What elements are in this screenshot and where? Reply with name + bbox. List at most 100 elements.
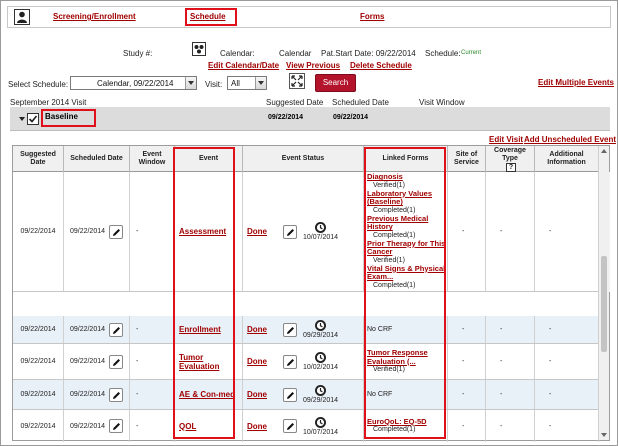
- event-cell: Assessment: [175, 172, 243, 291]
- suggested-date-cell: 09/22/2014: [13, 344, 64, 379]
- chevron-down-icon[interactable]: [255, 77, 266, 89]
- history-clock-icon[interactable]: [314, 221, 327, 234]
- edit-visit-link[interactable]: Edit Visit: [489, 135, 523, 144]
- event-window-cell: -: [130, 380, 175, 409]
- visit-select-value: All: [231, 79, 240, 88]
- tab-screening-enrollment[interactable]: Screening/Enrollment: [53, 12, 136, 21]
- status-history: 10/07/2014: [303, 416, 338, 437]
- visit-select[interactable]: All: [227, 76, 267, 90]
- edit-status-pencil-icon[interactable]: [283, 354, 297, 369]
- scheduled-date-value: 09/22/2014: [69, 326, 106, 333]
- edit-pencil-icon[interactable]: [109, 224, 124, 239]
- event-status-cell: Done 09/29/2014: [243, 380, 364, 409]
- history-clock-icon[interactable]: [314, 351, 327, 364]
- edit-status-pencil-icon[interactable]: [283, 387, 297, 402]
- status-date: 10/07/2014: [303, 234, 339, 241]
- search-button[interactable]: Search: [315, 74, 356, 92]
- additional-info-cell: -: [535, 172, 599, 291]
- linked-forms-cell: Tumor Response Evaluation (... Verified(…: [364, 344, 448, 379]
- form-link-laboratory-values[interactable]: Laboratory Values (Baseline): [367, 189, 447, 207]
- form-link-vital-signs[interactable]: Vital Signs & Physical Exam...: [367, 264, 447, 282]
- event-status-link[interactable]: Done: [247, 325, 267, 334]
- coverage-type-cell: -: [486, 380, 535, 409]
- additional-info-cell: -: [535, 380, 599, 409]
- form-link-previous-medical-history[interactable]: Previous Medical History: [367, 214, 447, 232]
- status-history: 10/02/2014: [303, 351, 338, 372]
- edit-status-pencil-icon[interactable]: [283, 322, 297, 337]
- edit-calendar-date-link[interactable]: Edit Calendar/Date: [208, 61, 279, 70]
- col-event-status: Event Status: [243, 146, 364, 172]
- scheduled-date-cell: 09/22/2014: [64, 380, 130, 409]
- col-site-of-service: Site of Service: [448, 146, 486, 172]
- events-table: Suggested Date Scheduled Date Event Wind…: [12, 145, 610, 442]
- edit-multiple-events-link[interactable]: Edit Multiple Events: [538, 78, 614, 87]
- edit-pencil-icon[interactable]: [109, 322, 124, 337]
- event-link-assessment[interactable]: Assessment: [179, 227, 226, 236]
- form-link-euroqol[interactable]: EuroQoL: EQ-5D: [367, 417, 427, 427]
- history-clock-icon[interactable]: [314, 384, 327, 397]
- event-status-cell: Done 09/29/2014: [243, 316, 364, 343]
- event-link-tumor-evaluation[interactable]: Tumor Evaluation: [179, 353, 219, 371]
- linked-forms-cell: No CRF: [364, 316, 448, 343]
- scroll-down-icon[interactable]: [601, 433, 607, 437]
- schedule-select[interactable]: Calendar, 09/22/2014: [70, 76, 197, 90]
- calendar-value: Calendar: [279, 49, 312, 58]
- visit-checkbox[interactable]: [27, 113, 39, 125]
- event-status-link[interactable]: Done: [247, 422, 267, 431]
- table-row: 09/22/2014 09/22/2014 - Assessment Done …: [13, 172, 610, 292]
- baseline-visit-bar[interactable]: Baseline 09/22/2014 09/22/2014: [10, 107, 610, 131]
- suggested-date-cell: 09/22/2014: [13, 316, 64, 343]
- baseline-scheduled-date: 09/22/2014: [333, 114, 369, 121]
- visit-label: Visit:: [205, 80, 223, 89]
- edit-pencil-icon[interactable]: [109, 387, 124, 402]
- form-link-diagnosis[interactable]: Diagnosis: [367, 173, 403, 182]
- edit-status-pencil-icon[interactable]: [283, 419, 297, 433]
- site-of-service-cell: -: [448, 316, 486, 343]
- suggested-date-cell: 09/22/2014: [13, 410, 64, 442]
- tab-forms[interactable]: Forms: [360, 12, 384, 21]
- suggested-date-cell: 09/22/2014: [13, 172, 64, 291]
- event-link-ae-con-med[interactable]: AE & Con-med: [179, 390, 235, 399]
- help-icon[interactable]: ?: [506, 162, 516, 172]
- add-unscheduled-event-link[interactable]: Add Unscheduled Event: [524, 135, 616, 144]
- site-of-service-cell: -: [448, 380, 486, 409]
- event-status-link[interactable]: Done: [247, 227, 267, 236]
- status-history: 10/07/2014: [303, 221, 338, 242]
- form-status: Completed(1): [373, 281, 416, 289]
- linked-forms-cell: EuroQoL: EQ-5D Completed(1): [364, 410, 448, 442]
- expand-collapse-icon[interactable]: [289, 73, 305, 89]
- tab-schedule[interactable]: Schedule: [190, 12, 226, 21]
- view-previous-link[interactable]: View Previous: [286, 61, 340, 70]
- scrollbar-thumb[interactable]: [601, 256, 607, 352]
- event-link-qol[interactable]: QOL: [179, 422, 196, 431]
- edit-pencil-icon[interactable]: [109, 354, 124, 369]
- event-link-enrollment[interactable]: Enrollment: [179, 325, 221, 334]
- scroll-up-icon[interactable]: [601, 149, 607, 153]
- linked-forms-cell: No CRF: [364, 380, 448, 409]
- edit-status-pencil-icon[interactable]: [283, 224, 297, 239]
- event-cell: Enrollment: [175, 316, 243, 343]
- baseline-visit-name: Baseline: [45, 112, 78, 121]
- edit-pencil-icon[interactable]: [109, 419, 124, 433]
- history-clock-icon[interactable]: [314, 416, 327, 429]
- additional-info-cell: -: [535, 344, 599, 379]
- history-clock-icon[interactable]: [314, 319, 327, 332]
- schedule-label: Schedule:: [425, 49, 461, 58]
- event-status-link[interactable]: Done: [247, 390, 267, 399]
- site-of-service-cell: -: [448, 410, 486, 442]
- form-link-tumor-response[interactable]: Tumor Response Evaluation (...: [367, 348, 447, 366]
- additional-info-cell: -: [535, 316, 599, 343]
- table-scrollbar[interactable]: [598, 146, 609, 440]
- collapse-arrow-icon[interactable]: [19, 117, 25, 121]
- chevron-down-icon[interactable]: [185, 77, 196, 89]
- event-window-cell: -: [130, 316, 175, 343]
- event-status-link[interactable]: Done: [247, 357, 267, 366]
- event-cell: Tumor Evaluation: [175, 344, 243, 379]
- patient-icon[interactable]: [14, 9, 30, 25]
- scheduled-date-value: 09/22/2014: [69, 391, 106, 398]
- scheduled-date-cell: 09/22/2014: [64, 344, 130, 379]
- form-link-prior-therapy[interactable]: Prior Therapy for This Cancer: [367, 239, 447, 257]
- delete-schedule-link[interactable]: Delete Schedule: [350, 61, 412, 70]
- site-of-service-cell: -: [448, 172, 486, 291]
- calendar-view-icon[interactable]: [192, 42, 206, 56]
